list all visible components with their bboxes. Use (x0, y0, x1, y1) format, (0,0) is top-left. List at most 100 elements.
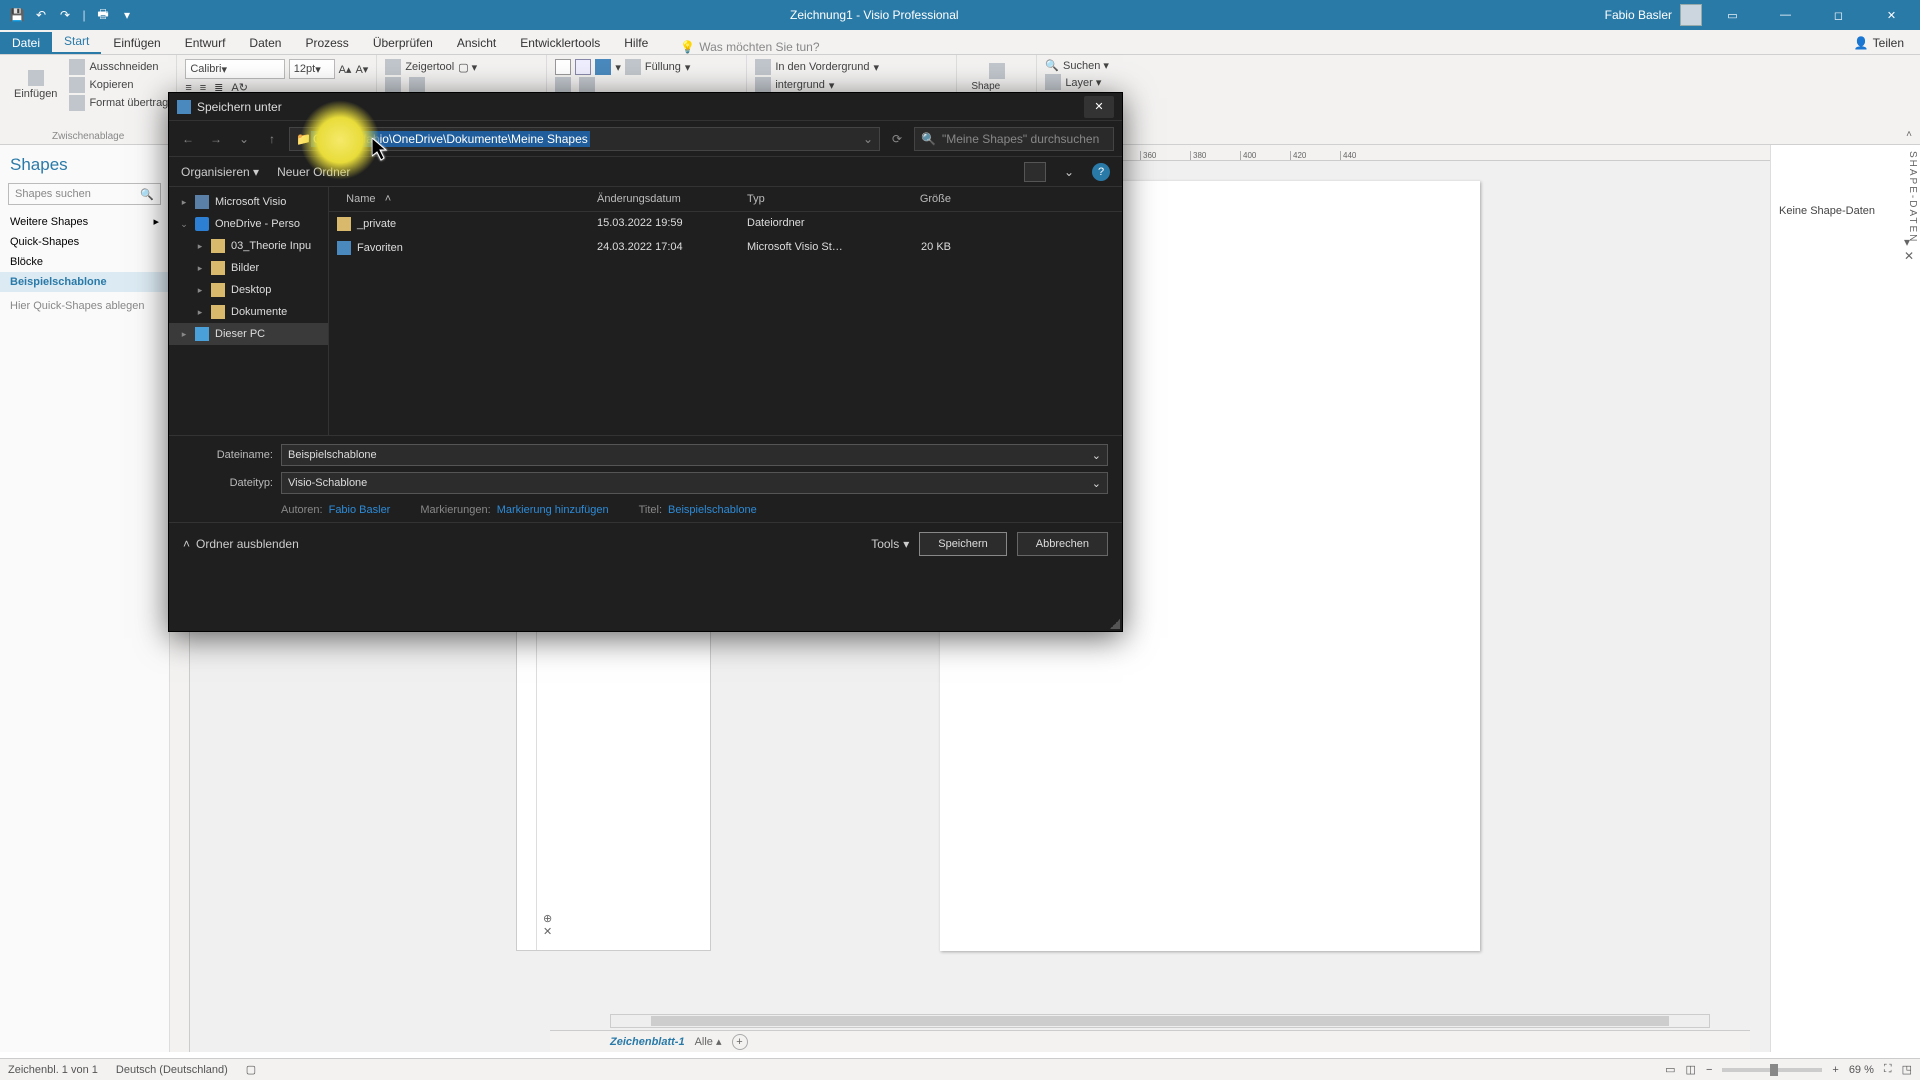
nav-recent-button[interactable]: ⌄ (233, 128, 255, 150)
connector-icon[interactable] (385, 77, 401, 93)
redo-icon[interactable]: ↷ (56, 6, 74, 24)
close-pane-icon[interactable]: ▾✕ (1904, 235, 1914, 263)
file-list[interactable]: Name ˄ Änderungsdatum Typ Größe _private… (329, 187, 1122, 435)
zoom-in-button[interactable]: + (1832, 1064, 1838, 1076)
addr-dropdown-icon[interactable]: ⌄ (863, 132, 873, 146)
tree-this-pc[interactable]: ▸Dieser PC (169, 323, 328, 345)
page-tab-all[interactable]: Alle ▴ (695, 1035, 722, 1048)
address-bar[interactable]: 📁 C:\Users\fabio\OneDrive\Dokumente\Mein… (289, 127, 880, 151)
shapes-item-stencil[interactable]: Beispielschablone (0, 272, 169, 292)
authors-value[interactable]: Fabio Basler (329, 504, 391, 516)
zoom-slider[interactable] (1722, 1068, 1822, 1072)
fill-icon[interactable] (625, 59, 641, 75)
bring-front-button[interactable]: In den Vordergrund ▾ (755, 59, 948, 75)
nav-back-button[interactable]: ← (177, 128, 199, 150)
tab-help[interactable]: Hilfe (612, 32, 660, 54)
dialog-close-button[interactable]: ✕ (1084, 96, 1114, 118)
ribbon-opts-icon[interactable]: ▭ (1710, 1, 1755, 29)
refresh-button[interactable]: ⟳ (886, 128, 908, 150)
tab-insert[interactable]: Einfügen (101, 32, 172, 54)
avatar[interactable] (1680, 4, 1702, 26)
text-icon[interactable] (409, 77, 425, 93)
col-name[interactable]: Name ˄ (329, 187, 589, 211)
organize-button[interactable]: Organisieren ▾ (181, 165, 259, 179)
cut-button[interactable]: Ausschneiden (69, 59, 168, 75)
view-mode-button[interactable] (1024, 162, 1046, 182)
send-back-button[interactable]: intergrund ▾ (755, 77, 948, 93)
increase-font-icon[interactable]: A▴ (339, 63, 352, 76)
presentation-icon[interactable]: ▭ (1665, 1063, 1675, 1076)
user-name[interactable]: Fabio Basler (1605, 8, 1672, 22)
styles-more-icon[interactable]: ▾ (615, 61, 621, 74)
view-dropdown-icon[interactable]: ⌄ (1064, 165, 1074, 179)
undo-icon[interactable]: ↶ (32, 6, 50, 24)
fit-window-icon[interactable]: ⛶ (1884, 1063, 1892, 1076)
style-swatch[interactable] (595, 59, 611, 75)
style-swatch[interactable] (575, 59, 591, 75)
tab-developer[interactable]: Entwicklertools (508, 32, 612, 54)
maximize-button[interactable]: ◻ (1816, 1, 1861, 29)
tree-dokumente[interactable]: ▸Dokumente (169, 301, 328, 323)
help-icon[interactable]: ? (1092, 163, 1110, 181)
tree-desktop[interactable]: ▸Desktop (169, 279, 328, 301)
tell-me-search[interactable]: 💡 Was möchten Sie tun? (680, 40, 819, 54)
qat-more-icon[interactable]: ▾ (118, 6, 136, 24)
tree-theorie[interactable]: ▸03_Theorie Inpu (169, 235, 328, 257)
tab-start[interactable]: Start (52, 30, 101, 54)
tools-button[interactable]: Tools ▾ (871, 537, 909, 551)
zoom-out-button[interactable]: − (1706, 1064, 1712, 1076)
pointer-tool-button[interactable]: Zeigertool ▢ ▾ (385, 59, 538, 75)
decrease-font-icon[interactable]: A▾ (355, 63, 368, 76)
paste-button[interactable]: Einfügen (8, 59, 63, 111)
font-size-combo[interactable]: 12pt ▾ (289, 59, 335, 79)
pan-zoom-icon[interactable]: ◳ (1902, 1063, 1912, 1076)
copy-button[interactable]: Kopieren (69, 77, 168, 93)
hide-folders-button[interactable]: ˄Ordner ausblenden (183, 537, 299, 551)
tab-data[interactable]: Daten (237, 32, 293, 54)
cancel-button[interactable]: Abbrechen (1017, 532, 1108, 556)
folder-tree[interactable]: ▸Microsoft Visio ⌄OneDrive - Perso ▸03_T… (169, 187, 329, 435)
tab-review[interactable]: Überprüfen (361, 32, 445, 54)
find-button[interactable]: 🔍Suchen ▾ (1045, 59, 1149, 72)
col-type[interactable]: Typ (739, 187, 869, 211)
save-icon[interactable]: 💾 (8, 6, 26, 24)
new-folder-button[interactable]: Neuer Ordner (277, 165, 350, 179)
dropdown-icon[interactable]: ⌄ (1092, 449, 1101, 462)
macro-record-icon[interactable]: ▢ (246, 1063, 256, 1076)
style-swatch[interactable] (555, 59, 571, 75)
format-painter-button[interactable]: Format übertrag (69, 95, 168, 111)
scrollbar-thumb[interactable] (651, 1016, 1669, 1026)
minimize-button[interactable]: — (1763, 1, 1808, 29)
filename-input[interactable]: Beispielschablone⌄ (281, 444, 1108, 466)
dialog-search-input[interactable]: 🔍"Meine Shapes" durchsuchen (914, 127, 1114, 151)
nav-up-button[interactable]: ↑ (261, 128, 283, 150)
dropdown-icon[interactable]: ⌄ (1092, 477, 1101, 490)
effects-icon[interactable] (579, 77, 595, 93)
shapes-search-input[interactable]: Shapes suchen 🔍 (8, 183, 161, 205)
file-list-header[interactable]: Name ˄ Änderungsdatum Typ Größe (329, 187, 1122, 212)
close-button[interactable]: ✕ (1869, 1, 1914, 29)
title-value[interactable]: Beispielschablone (668, 504, 757, 516)
tree-onedrive[interactable]: ⌄OneDrive - Perso (169, 213, 328, 235)
nav-forward-button[interactable]: → (205, 128, 227, 150)
col-date[interactable]: Änderungsdatum (589, 187, 739, 211)
file-row[interactable]: Favoriten 24.03.2022 17:04 Microsoft Vis… (329, 236, 1122, 260)
tab-process[interactable]: Prozess (293, 32, 360, 54)
line-icon[interactable] (555, 77, 571, 93)
save-button[interactable]: Speichern (919, 532, 1007, 556)
status-language[interactable]: Deutsch (Deutschland) (116, 1064, 228, 1076)
page-tab-1[interactable]: Zeichenblatt-1 (610, 1036, 685, 1048)
print-icon[interactable]: 🖶 (94, 6, 112, 24)
font-name-combo[interactable]: Calibri ▾ (185, 59, 284, 79)
tab-design[interactable]: Entwurf (173, 32, 238, 54)
tab-file[interactable]: Datei (0, 32, 52, 54)
collapse-ribbon-icon[interactable]: ˄ (1906, 129, 1912, 140)
horizontal-scrollbar[interactable] (610, 1014, 1710, 1028)
zoom-level[interactable]: 69 % (1849, 1064, 1874, 1076)
file-row[interactable]: _private 15.03.2022 19:59 Dateiordner (329, 212, 1122, 236)
shapes-item-more[interactable]: Weitere Shapes▸ (0, 211, 169, 232)
filetype-select[interactable]: Visio-Schablone⌄ (281, 472, 1108, 494)
tab-view[interactable]: Ansicht (445, 32, 508, 54)
fit-page-icon[interactable]: ◫ (1686, 1063, 1696, 1076)
resize-grip[interactable] (1110, 619, 1120, 629)
